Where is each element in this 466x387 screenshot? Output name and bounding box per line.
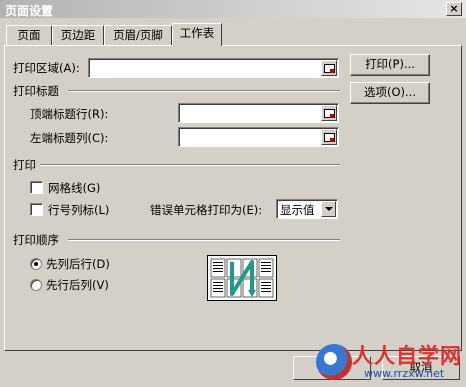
top-rows-input[interactable] xyxy=(178,103,339,123)
watermark-text: 人人自学网 xyxy=(352,344,462,368)
range-picker-icon[interactable] xyxy=(321,105,337,121)
down-then-over-radio[interactable] xyxy=(30,258,42,270)
watermark: 人人自学网 www.rrzxw.net xyxy=(312,340,464,385)
print-titles-section-label: 打印标题 xyxy=(13,84,59,98)
chevron-down-icon[interactable] xyxy=(321,201,336,217)
watermark-logo-icon xyxy=(316,344,352,380)
window-title: 页面设置 xyxy=(5,4,54,18)
row-col-headers-checkbox[interactable] xyxy=(30,203,43,216)
print-button[interactable]: 打印(P)... xyxy=(350,54,430,76)
tab-header-footer[interactable]: 页眉/页脚 xyxy=(104,25,172,45)
tab-margins[interactable]: 页边距 xyxy=(52,25,104,45)
close-button[interactable]: × xyxy=(446,2,462,16)
page-order-divider xyxy=(68,239,340,241)
gridlines-label: 网格线(G) xyxy=(48,181,101,195)
print-area-label: 打印区域(A): xyxy=(13,61,80,75)
print-area-input[interactable] xyxy=(88,58,339,78)
tab-sheet[interactable]: 工作表 xyxy=(172,23,222,46)
over-then-down-label: 先行后列(V) xyxy=(46,278,109,292)
left-cols-input[interactable] xyxy=(178,127,339,147)
cell-errors-value: 显示值 xyxy=(280,203,315,217)
gridlines-checkbox[interactable] xyxy=(30,181,43,194)
over-then-down-radio[interactable] xyxy=(30,279,42,291)
print-titles-divider xyxy=(68,90,340,92)
page-order-section-label: 打印顺序 xyxy=(13,233,59,247)
tab-page[interactable]: 页面 xyxy=(6,25,52,45)
print-section-label: 打印 xyxy=(13,158,36,172)
cell-errors-label: 错误单元格打印为(E): xyxy=(150,203,263,217)
left-cols-label: 左端标题列(C): xyxy=(30,131,109,145)
options-button-label: 选项(O)... xyxy=(364,85,416,99)
print-button-label: 打印(P)... xyxy=(365,57,415,71)
range-picker-icon[interactable] xyxy=(321,129,337,145)
down-then-over-label: 先列后行(D) xyxy=(46,257,110,271)
tab-header-footer-label: 页眉/页脚 xyxy=(113,28,163,42)
watermark-url: www.rrzxw.net xyxy=(364,367,445,380)
close-icon: × xyxy=(449,2,459,15)
tab-sheet-label: 工作表 xyxy=(179,26,215,40)
page-order-preview xyxy=(207,255,277,301)
cell-errors-select[interactable]: 显示值 xyxy=(276,199,338,219)
title-bar: 页面设置 × xyxy=(0,0,466,18)
tab-margins-label: 页边距 xyxy=(60,28,96,42)
print-divider xyxy=(40,164,340,166)
range-picker-icon[interactable] xyxy=(321,60,337,76)
tab-page-label: 页面 xyxy=(17,28,41,42)
top-rows-label: 顶端标题行(R): xyxy=(30,107,109,121)
row-col-headers-label: 行号列标(L) xyxy=(48,203,110,217)
page-order-preview-icon xyxy=(210,258,274,298)
options-button[interactable]: 选项(O)... xyxy=(350,82,430,104)
